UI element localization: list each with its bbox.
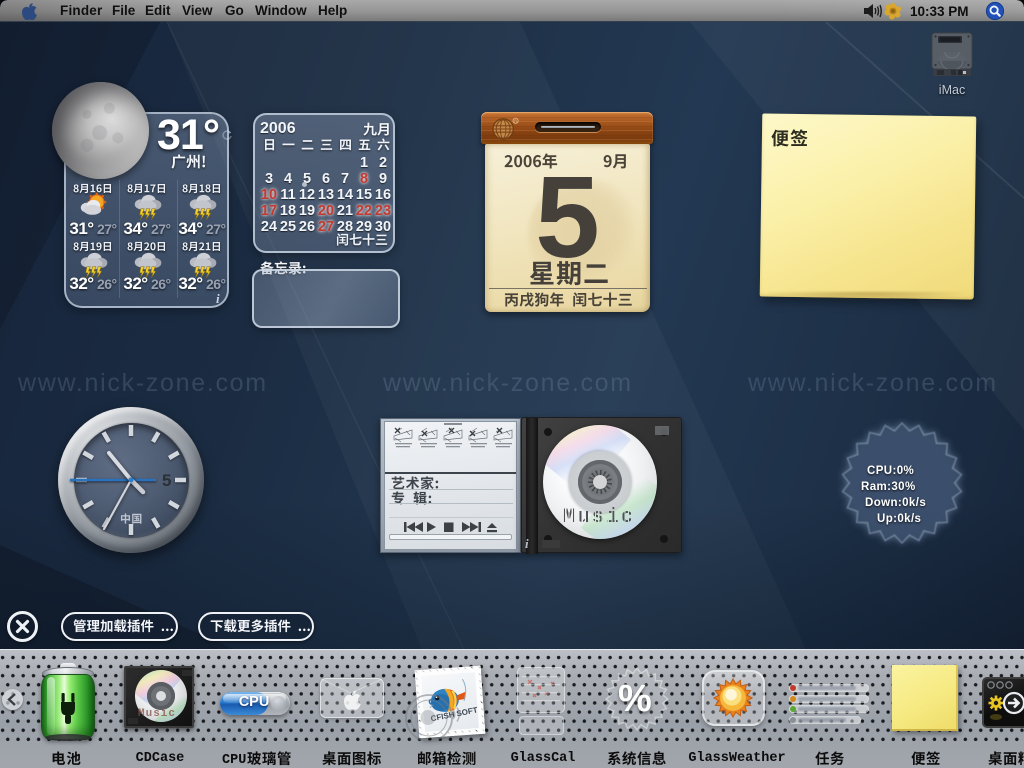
svg-text:R: R	[514, 119, 517, 124]
